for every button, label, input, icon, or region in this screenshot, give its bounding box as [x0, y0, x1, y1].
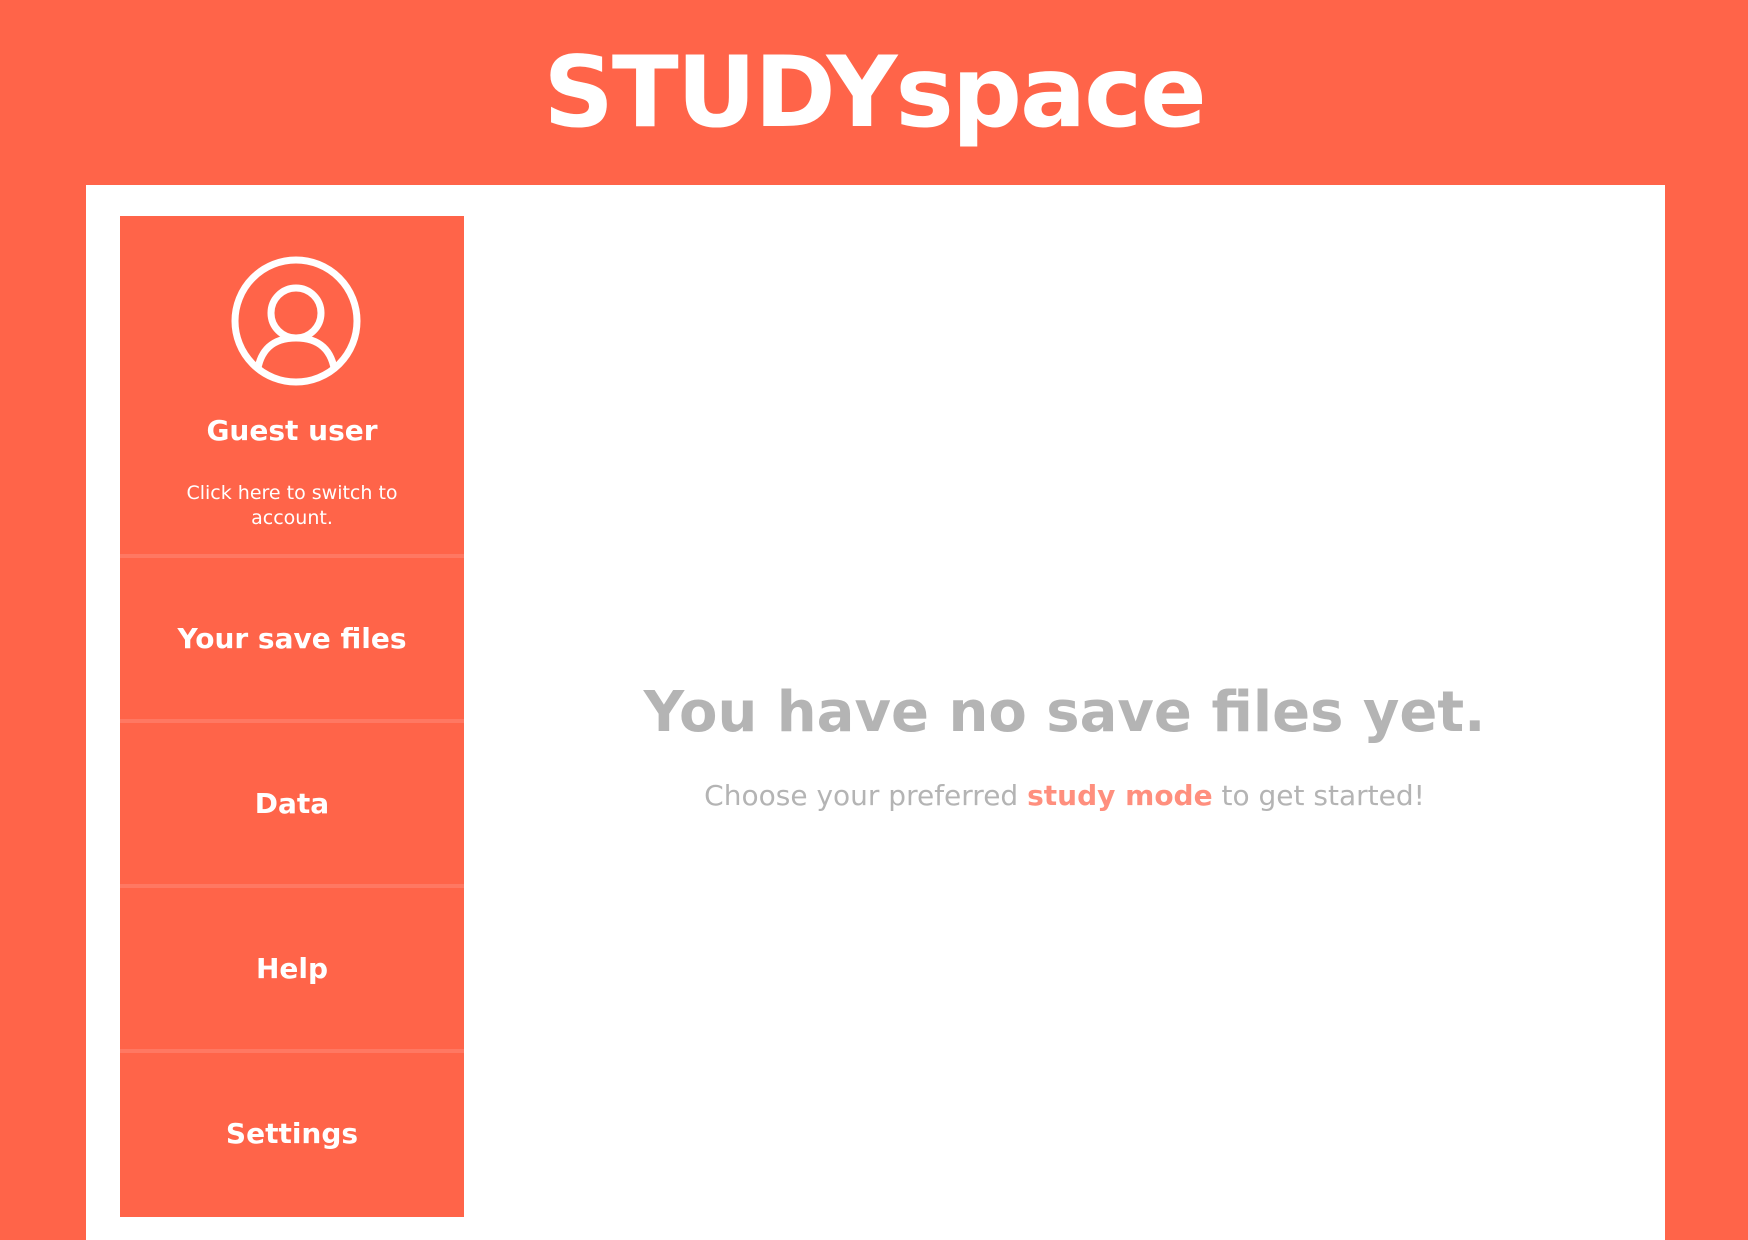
sidebar-item-label: Help — [255, 952, 329, 985]
study-mode-link[interactable]: study mode — [1027, 779, 1212, 812]
sidebar-item-label: Settings — [225, 1117, 359, 1150]
empty-state-title: You have no save files yet. — [643, 680, 1486, 745]
sidebar-item-settings[interactable]: Settings — [120, 1053, 464, 1217]
sidebar: Guest user Click here to switch to accou… — [120, 216, 464, 1217]
brand-logo[interactable]: STUDYspace — [0, 38, 1748, 148]
sidebar-item-help[interactable]: Help — [120, 888, 464, 1049]
app-header: STUDYspace — [0, 0, 1748, 185]
sidebar-item-data[interactable]: Data — [120, 723, 464, 884]
switch-account-link[interactable]: Click here to switch to account. — [160, 481, 424, 531]
subtitle-text-after: to get started! — [1212, 779, 1425, 812]
user-circle-icon[interactable] — [231, 256, 361, 386]
user-name: Guest user — [206, 414, 378, 447]
subtitle-text-before: Choose your preferred — [704, 779, 1028, 812]
brand-study: STUDY — [543, 36, 897, 150]
profile-card: Guest user Click here to switch to accou… — [120, 216, 464, 554]
sidebar-item-save-files[interactable]: Your save files — [120, 558, 464, 719]
sidebar-item-label: Data — [254, 787, 330, 820]
empty-state-subtitle: Choose your preferred study mode to get … — [464, 776, 1665, 816]
brand-space: space — [895, 36, 1207, 150]
sidebar-item-label: Your save files — [177, 622, 407, 655]
